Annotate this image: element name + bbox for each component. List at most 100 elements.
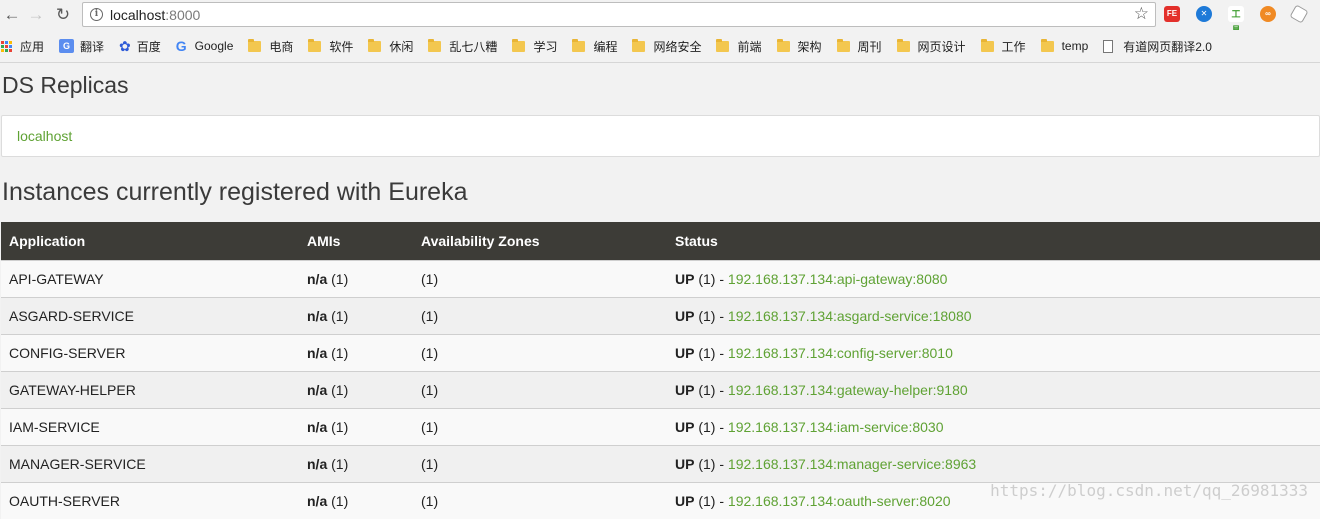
ami-cell: n/a (1) <box>299 260 413 297</box>
blue-extension-icon[interactable]: ✕ <box>1196 6 1212 22</box>
orange-extension-icon[interactable]: ∞ <box>1260 6 1276 22</box>
bookmark-google[interactable]: G Google <box>176 36 234 56</box>
instance-link[interactable]: 192.168.137.134:iam-service:8030 <box>728 419 944 435</box>
info-icon[interactable]: i <box>90 8 103 21</box>
bookmark-label: 翻译 <box>80 39 105 54</box>
fe-extension-icon[interactable]: FE <box>1164 6 1180 22</box>
status-cell: UP (1) - 192.168.137.134:api-gateway:808… <box>667 260 1320 297</box>
cube-extension-icon[interactable] <box>1289 4 1309 24</box>
instances-title: Instances currently registered with Eure… <box>2 178 468 206</box>
bookmark-folder[interactable]: 休闲 <box>368 36 413 56</box>
zones-cell: (1) <box>421 344 439 361</box>
folder-icon <box>836 38 850 52</box>
folder-icon <box>308 38 322 52</box>
bookmark-label: Google <box>194 39 234 53</box>
zones-cell: (1) <box>421 381 439 398</box>
status-value: UP <box>675 381 695 398</box>
status-value: UP <box>675 270 695 287</box>
ami-cell: n/a (1) <box>299 482 413 519</box>
instance-link[interactable]: 192.168.137.134:oauth-server:8020 <box>728 493 951 509</box>
bookmark-translate[interactable]: G 翻译 <box>59 36 104 56</box>
bookmark-folder[interactable]: 软件 <box>308 36 353 56</box>
bookmark-folder[interactable]: 乱七八糟 <box>428 36 497 56</box>
bookmark-label: temp <box>1061 39 1089 53</box>
instance-link[interactable]: 192.168.137.134:gateway-helper:9180 <box>728 382 968 398</box>
ami-count: (1) <box>327 270 349 287</box>
ami-count: (1) <box>327 381 349 398</box>
bookmark-folder[interactable]: 前端 <box>716 36 762 56</box>
application-cell: ASGARD-SERVICE <box>9 307 134 324</box>
watermark-text: https://blog.csdn.net/qq_26981333 <box>990 481 1308 500</box>
status-count: (1) - <box>694 381 728 398</box>
bookmark-folder[interactable]: temp <box>1040 36 1089 56</box>
bookmark-label: 有道网页翻译2.0 <box>1123 39 1212 54</box>
application-cell: MANAGER-SERVICE <box>9 455 146 472</box>
table-row: CONFIG-SERVER n/a (1) (1) UP (1) - 192.1… <box>1 334 1320 371</box>
address-bar[interactable]: i localhost:8000 ☆ <box>82 2 1156 27</box>
bookmark-star-icon[interactable]: ☆ <box>1134 4 1149 24</box>
folder-icon <box>572 38 586 52</box>
bookmark-label: 乱七八糟 <box>449 39 498 54</box>
bookmark-label: 电商 <box>269 39 294 54</box>
table-header-row: Application AMIs Availability Zones Stat… <box>1 222 1320 260</box>
ami-count: (1) <box>327 492 349 509</box>
status-count: (1) - <box>694 418 728 435</box>
zones-cell: (1) <box>421 270 439 287</box>
browser-toolbar: ← → ↻ i localhost:8000 ☆ FE ✕ 工具 ∞ <box>0 0 1320 35</box>
application-cell: IAM-SERVICE <box>9 418 100 435</box>
instance-link[interactable]: 192.168.137.134:config-server:8010 <box>728 345 953 361</box>
reload-icon[interactable]: ↻ <box>52 4 74 26</box>
bookmark-folder[interactable]: 网页设计 <box>896 36 966 56</box>
bookmarks-bar: 应用 G 翻译 ✿ 百度 G Google 电商 软件 休闲 乱七八糟 学习 编… <box>0 30 1320 63</box>
bookmark-label: 网页设计 <box>917 39 966 54</box>
instance-link[interactable]: 192.168.137.134:asgard-service:18080 <box>728 308 972 324</box>
back-arrow-icon[interactable]: ← <box>1 4 23 26</box>
ami-value: n/a <box>307 307 328 324</box>
bookmark-folder[interactable]: 工作 <box>980 36 1026 56</box>
bookmark-folder[interactable]: 架构 <box>776 36 822 56</box>
ami-count: (1) <box>327 344 349 361</box>
replica-link[interactable]: localhost <box>17 128 72 144</box>
url-text[interactable]: localhost:8000 <box>110 6 200 24</box>
column-header-amis: AMIs <box>307 232 341 249</box>
instance-link[interactable]: 192.168.137.134:manager-service:8963 <box>728 456 976 472</box>
bookmark-youdao[interactable]: 有道网页翻译2.0 <box>1103 36 1212 56</box>
status-cell: UP (1) - 192.168.137.134:config-server:8… <box>667 334 1320 371</box>
bookmark-folder[interactable]: 网络安全 <box>632 36 701 56</box>
status-value: UP <box>675 455 695 472</box>
bookmark-baidu[interactable]: ✿ 百度 <box>119 36 161 56</box>
replicas-panel: localhost <box>1 115 1320 157</box>
table-row: API-GATEWAY n/a (1) (1) UP (1) - 192.168… <box>1 260 1320 297</box>
folder-icon <box>776 38 790 52</box>
apps-icon <box>1 40 12 52</box>
folder-icon <box>368 38 382 52</box>
folder-icon <box>1040 38 1054 52</box>
column-header-application: Application <box>9 232 86 249</box>
folder-icon <box>428 38 442 52</box>
status-count: (1) - <box>694 344 728 361</box>
bookmark-folder[interactable]: 学习 <box>512 36 557 56</box>
ami-cell: n/a (1) <box>299 334 413 371</box>
status-cell: UP (1) - 192.168.137.134:asgard-service:… <box>667 297 1320 334</box>
bookmark-apps[interactable]: 应用 <box>1 36 44 56</box>
instance-link[interactable]: 192.168.137.134:api-gateway:8080 <box>728 271 948 287</box>
table-row: GATEWAY-HELPER n/a (1) (1) UP (1) - 192.… <box>1 371 1320 408</box>
ami-count: (1) <box>327 418 349 435</box>
bookmark-label: 编程 <box>593 39 618 54</box>
ami-cell: n/a (1) <box>299 297 413 334</box>
folder-icon <box>980 38 994 52</box>
status-value: UP <box>675 492 695 509</box>
bookmark-label: 网络安全 <box>653 39 702 54</box>
tools-extension-icon[interactable]: 工具 <box>1228 6 1244 35</box>
folder-icon <box>632 38 646 52</box>
bookmark-label: 软件 <box>329 39 354 54</box>
zones-cell: (1) <box>421 492 439 509</box>
bookmark-folder[interactable]: 编程 <box>572 36 617 56</box>
ami-value: n/a <box>307 344 328 361</box>
column-header-status: Status <box>675 232 718 249</box>
status-value: UP <box>675 307 695 324</box>
bookmark-folder[interactable]: 电商 <box>248 36 293 56</box>
bookmark-folder[interactable]: 周刊 <box>836 36 882 56</box>
bookmark-label: 前端 <box>737 39 762 54</box>
forward-arrow-icon[interactable]: → <box>25 4 47 26</box>
